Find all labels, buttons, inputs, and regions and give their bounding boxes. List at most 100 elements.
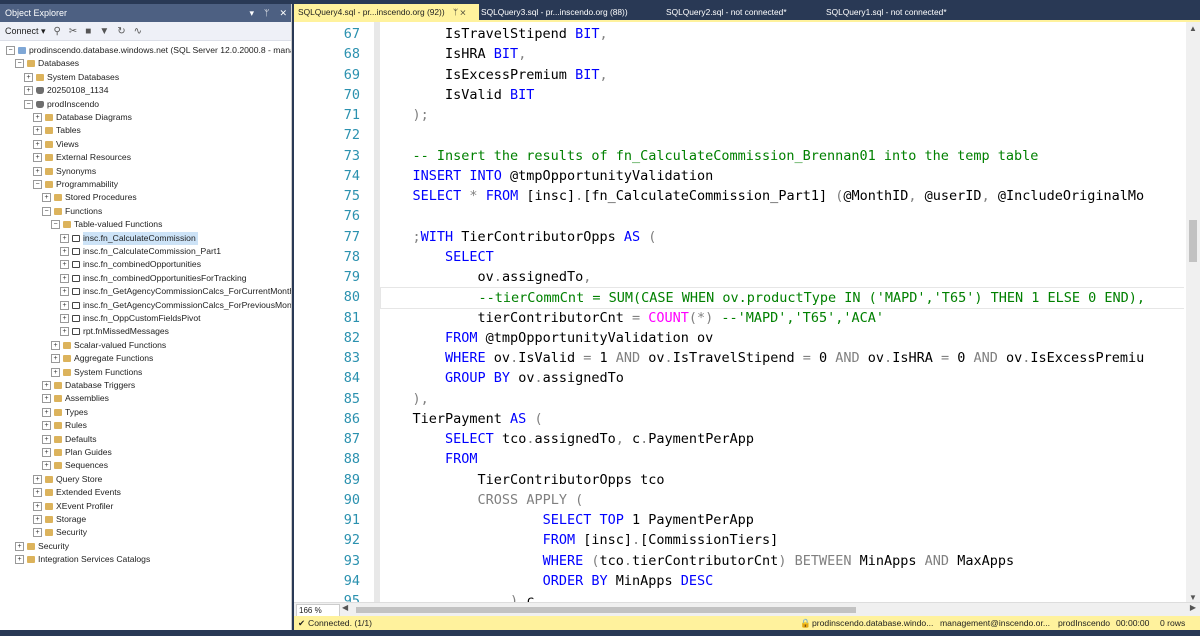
code-line[interactable]: ;WITH TierContributorOpps AS ( <box>380 227 657 247</box>
scroll-down-icon[interactable]: ▼ <box>1189 593 1197 602</box>
code-line[interactable]: INSERT INTO @tmpOpportunityValidation <box>380 166 714 186</box>
tree-node[interactable]: + Database Diagrams <box>33 111 132 124</box>
expand-icon[interactable]: + <box>15 555 24 565</box>
tree-node[interactable]: − prodInscendo <box>24 98 99 111</box>
expand-icon[interactable]: + <box>42 394 51 404</box>
connect-plug-icon[interactable]: ⚲ <box>54 26 61 37</box>
code-line[interactable]: IsHRA BIT, <box>380 44 526 64</box>
scroll-left-icon[interactable]: ◀ <box>342 603 348 612</box>
code-line[interactable]: FROM [insc].[CommissionTiers] <box>380 530 779 550</box>
code-line[interactable]: SELECT tco.assignedTo, c.PaymentPerApp <box>380 429 754 449</box>
code-line[interactable]: ov.assignedTo, <box>380 267 592 287</box>
code-line[interactable]: ORDER BY MinApps DESC <box>380 571 714 591</box>
code-line[interactable]: FROM @tmpOpportunityValidation ov <box>380 328 713 348</box>
close-icon[interactable]: ✕ <box>279 8 287 19</box>
activity-icon[interactable]: ∿ <box>134 26 142 37</box>
tree-node[interactable]: + insc.fn_combinedOpportunitiesForTrackin… <box>60 272 247 285</box>
tab-pin-close-icon[interactable]: ᛘ ✕ <box>453 7 465 17</box>
tree-node[interactable]: + System Databases <box>24 71 119 84</box>
tree-node[interactable]: + Types <box>42 406 88 419</box>
collapse-icon[interactable]: − <box>6 46 15 55</box>
expand-icon[interactable]: + <box>60 247 69 256</box>
tree-node[interactable]: + Views <box>33 138 79 151</box>
expand-icon[interactable]: + <box>42 434 51 444</box>
code-line[interactable]: SELECT TOP 1 PaymentPerApp <box>380 510 754 530</box>
tree-node[interactable]: +20250108_1134 <box>24 84 109 97</box>
expand-icon[interactable]: + <box>60 300 69 310</box>
tree-node[interactable]: + External Resources <box>33 151 131 164</box>
collapse-icon[interactable]: − <box>24 99 33 109</box>
disconnect-icon[interactable]: ✂ <box>69 26 77 37</box>
horizontal-scroll-thumb[interactable] <box>356 607 856 613</box>
tree-node[interactable]: + Synonyms <box>33 165 96 178</box>
expand-icon[interactable]: + <box>33 166 42 176</box>
code-line[interactable]: ); <box>380 105 429 125</box>
scroll-up-icon[interactable]: ▲ <box>1189 24 1197 33</box>
vertical-scrollbar[interactable]: ▲ ▼ <box>1186 22 1200 604</box>
expand-icon[interactable]: + <box>33 113 42 122</box>
expand-icon[interactable]: + <box>33 153 42 163</box>
expand-icon[interactable]: + <box>42 193 51 203</box>
tree-node[interactable]: − Table-valued Functions <box>51 218 162 231</box>
tree-node[interactable]: + Storage <box>33 513 86 526</box>
tree-node[interactable]: − Databases <box>15 57 79 70</box>
tree-node[interactable]: + insc.fn_CalculateCommission <box>60 231 198 245</box>
tree-node[interactable]: + Stored Procedures <box>42 191 137 204</box>
expand-icon[interactable]: + <box>60 233 69 243</box>
collapse-icon[interactable]: − <box>51 220 60 230</box>
expand-icon[interactable]: + <box>15 541 24 551</box>
stop-icon[interactable]: ■ <box>85 26 91 37</box>
expand-icon[interactable]: + <box>42 421 51 431</box>
tree-node[interactable]: + Tables <box>33 124 81 137</box>
tree-node[interactable]: + Assemblies <box>42 392 109 405</box>
expand-icon[interactable]: + <box>51 340 60 350</box>
expand-icon[interactable]: + <box>60 287 69 297</box>
code-line[interactable]: TierPayment AS ( <box>380 409 543 429</box>
expand-icon[interactable]: + <box>24 72 33 82</box>
tab-sqlquery1[interactable]: SQLQuery1.sql - not connected* <box>822 4 986 20</box>
code-line[interactable]: IsTravelStipend BIT, <box>380 24 608 44</box>
code-line[interactable]: IsValid BIT <box>380 85 534 105</box>
collapse-icon[interactable]: − <box>33 180 42 189</box>
expand-icon[interactable]: + <box>60 273 69 283</box>
expand-icon[interactable]: + <box>42 448 51 457</box>
expand-icon[interactable]: + <box>42 461 51 471</box>
tree-node[interactable]: − Functions <box>42 205 102 218</box>
code-line[interactable]: -- Insert the results of fn_CalculateCom… <box>380 146 1039 166</box>
code-line[interactable]: TierContributorOpps tco <box>380 470 665 490</box>
tree-node[interactable]: + rpt.fnMissedMessages <box>60 325 169 338</box>
code-line[interactable]: FROM <box>380 449 478 469</box>
code-line[interactable]: WHERE (tco.tierContributorCnt) BETWEEN M… <box>380 551 1015 571</box>
expand-icon[interactable]: + <box>51 354 60 364</box>
code-line[interactable]: ), <box>380 389 429 409</box>
tree-node[interactable]: + insc.fn_CalculateCommission_Part1 <box>60 245 221 258</box>
code-line[interactable]: tierContributorCnt = COUNT(*) --'MAPD','… <box>380 308 884 328</box>
tab-sqlquery3[interactable]: SQLQuery3.sql - pr...inscendo.org (88)) <box>477 4 651 20</box>
tree-node[interactable]: + Aggregate Functions <box>51 352 153 365</box>
code-line[interactable]: IsExcessPremium BIT, <box>380 65 608 85</box>
tree-node[interactable]: + insc.fn_combinedOpportunities <box>60 258 201 271</box>
tree-node[interactable]: + Sequences <box>42 459 108 472</box>
code-line[interactable]: WHERE ov.IsValid = 1 AND ov.IsTravelStip… <box>380 348 1144 368</box>
expand-icon[interactable]: + <box>42 381 51 390</box>
tree-node[interactable]: + XEvent Profiler <box>33 500 113 513</box>
tree-node[interactable]: + insc.fn_GetAgencyCommissionCalcs_ForCur… <box>60 285 291 298</box>
tree-node[interactable]: − Programmability <box>33 178 118 191</box>
expand-icon[interactable]: + <box>60 327 69 337</box>
expand-icon[interactable]: + <box>42 407 51 417</box>
tree-node[interactable]: + insc.fn_OppCustomFieldsPivot <box>60 312 201 325</box>
tree-node[interactable]: + Security <box>33 526 87 539</box>
code-line[interactable]: CROSS APPLY ( <box>380 490 584 510</box>
tree-node[interactable]: + Security <box>15 540 69 553</box>
expand-icon[interactable]: + <box>51 367 60 377</box>
tree-node[interactable]: + System Functions <box>51 366 142 379</box>
code-line[interactable]: SELECT <box>380 247 494 267</box>
sql-editor[interactable]: 67 68 69 70 71 72 73 74 75 76 77 78 79 80 81 82 83 84 85 86… <box>294 20 1200 609</box>
pin-icon[interactable]: ᛘ <box>264 8 269 18</box>
tree-node[interactable]: + Rules <box>42 419 87 432</box>
tree-node[interactable]: + Integration Services Catalogs <box>15 553 150 566</box>
tree-node[interactable]: + Scalar-valued Functions <box>51 339 166 352</box>
tab-sqlquery4[interactable]: SQLQuery4.sql - pr...inscendo.org (92)) … <box>294 4 479 20</box>
expand-icon[interactable]: + <box>33 139 42 149</box>
filter-icon[interactable]: ▼ <box>99 26 109 37</box>
